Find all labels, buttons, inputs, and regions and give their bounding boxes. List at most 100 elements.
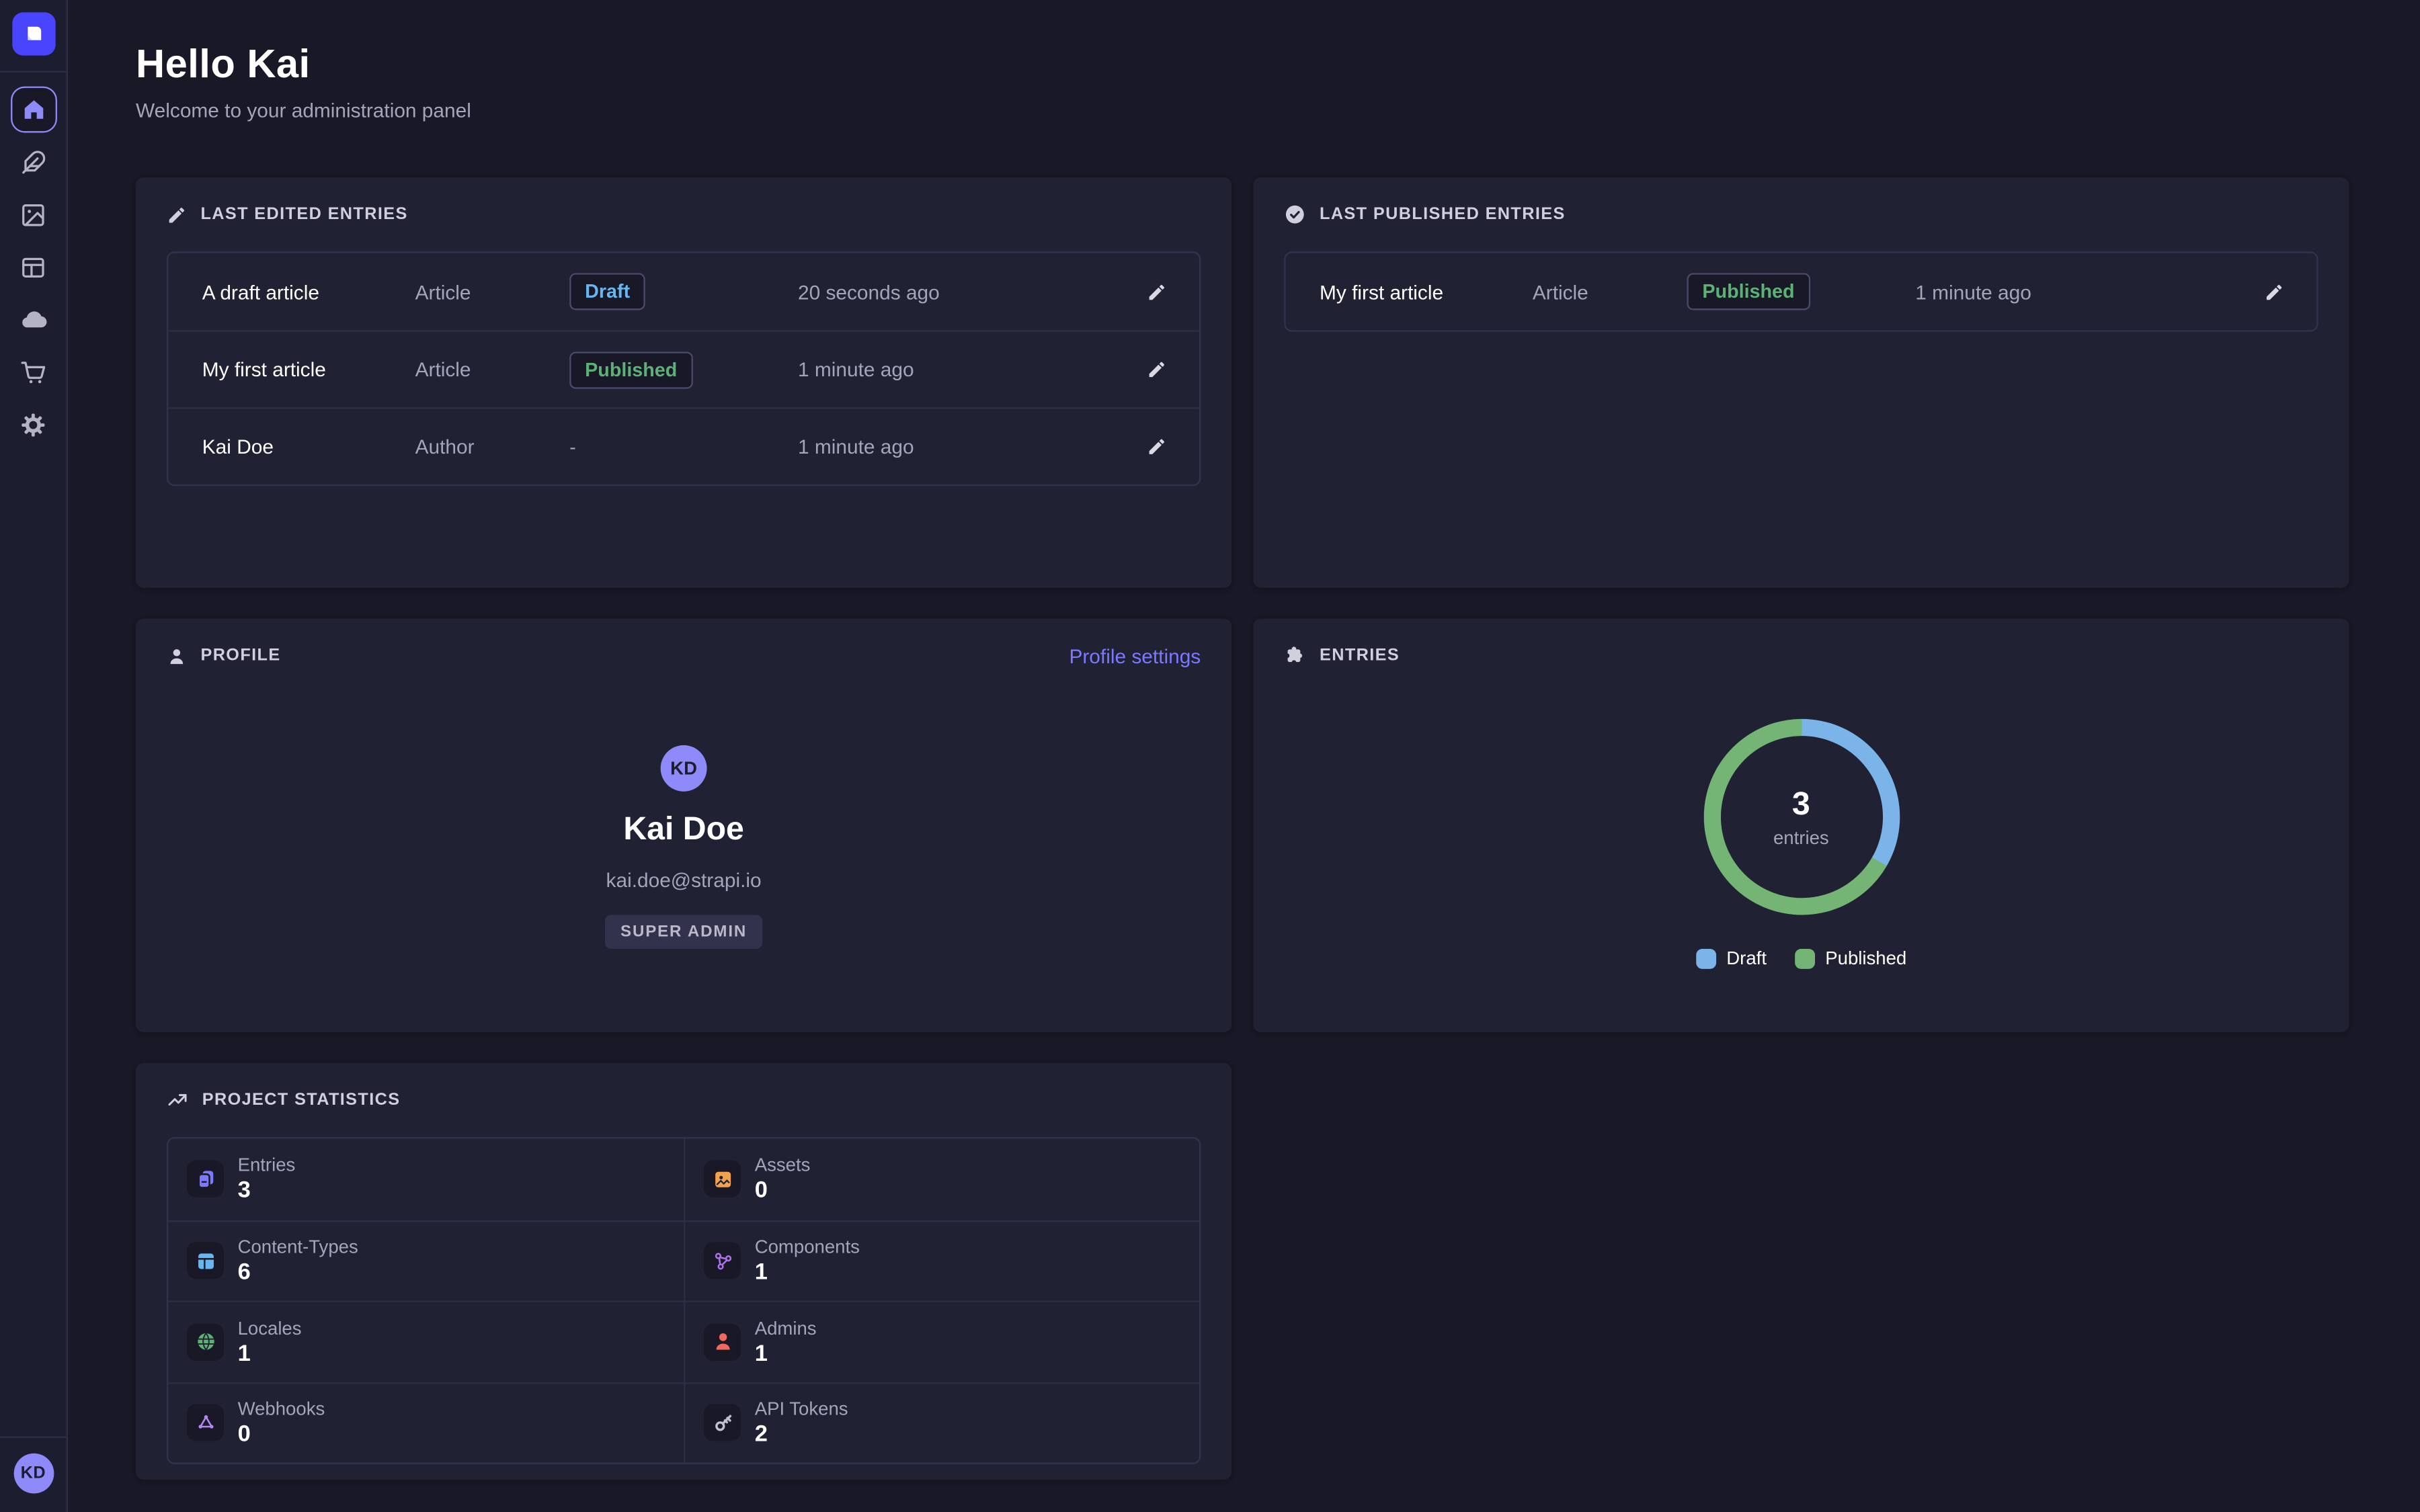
admin-dashboard: KD Hello Kai Welcome to your administrat… [0, 0, 2420, 1512]
legend-label: Draft [1726, 948, 1767, 969]
sidebar-nav [7, 83, 59, 450]
main-sidebar: KD [0, 0, 68, 1512]
stat-label: Admins [755, 1317, 817, 1339]
panel-title: LAST PUBLISHED ENTRIES [1320, 205, 1566, 224]
trend-up-icon [167, 1089, 188, 1111]
panel-title: LAST EDITED ENTRIES [200, 205, 407, 224]
stat-entries: Entries 3 [168, 1138, 684, 1220]
stat-webhooks: Webhooks 0 [168, 1382, 684, 1463]
components-icon [704, 1243, 741, 1279]
table-row: My first article Article Published 1 min… [168, 330, 1199, 407]
chart-legend: Draft Published [1695, 948, 1906, 969]
strapi-logo[interactable] [11, 12, 54, 55]
content-types-icon [187, 1243, 224, 1279]
sidebar-item-marketplace[interactable] [7, 345, 59, 398]
published-swatch [1794, 948, 1814, 968]
stat-label: Content-Types [238, 1236, 358, 1258]
stat-api-tokens: API Tokens 2 [684, 1382, 1199, 1463]
feather-icon [20, 149, 46, 175]
strapi-logo-icon [21, 22, 46, 46]
last-edited-table: A draft article Article Draft 20 seconds… [167, 251, 1201, 486]
row-type: Article [1533, 280, 1687, 303]
row-name: My first article [202, 358, 415, 381]
media-library-icon [20, 202, 46, 228]
sidebar-divider-top [0, 71, 67, 73]
row-type: Article [415, 358, 570, 381]
stat-label: Components [755, 1236, 860, 1258]
edit-entry-button[interactable] [1136, 349, 1176, 390]
sidebar-item-content-manager[interactable] [7, 136, 59, 188]
entries-unit: entries [1773, 826, 1829, 847]
entries-donut-center: 3 entries [1720, 736, 1882, 898]
content-type-builder-icon [20, 254, 46, 280]
stat-value: 2 [755, 1421, 848, 1447]
legend-item-published: Published [1794, 948, 1906, 969]
stat-label: Webhooks [238, 1398, 325, 1420]
sidebar-item-settings[interactable] [7, 398, 59, 450]
row-name: A draft article [202, 280, 415, 303]
table-row: A draft article Article Draft 20 seconds… [168, 253, 1199, 331]
stat-value: 1 [755, 1341, 817, 1367]
row-time: 20 seconds ago [798, 280, 1113, 303]
draft-swatch [1695, 948, 1716, 968]
row-name: Kai Doe [202, 435, 415, 458]
api-tokens-icon [704, 1404, 741, 1441]
last-published-entries-panel: LAST PUBLISHED ENTRIES My first article … [1253, 177, 2349, 588]
project-statistics-panel: PROJECT STATISTICS Entrie [136, 1063, 1232, 1480]
admins-icon [704, 1323, 741, 1360]
assets-icon [704, 1161, 741, 1198]
profile-email: kai.doe@strapi.io [606, 869, 762, 892]
row-time: 1 minute ago [1915, 280, 2230, 303]
status-badge: Published [569, 351, 692, 388]
panel-title: PROJECT STATISTICS [202, 1091, 401, 1109]
row-type: Author [415, 435, 570, 458]
profile-settings-link[interactable]: Profile settings [1069, 644, 1201, 667]
panel-title: ENTRIES [1320, 646, 1400, 665]
page-title: Hello Kai [136, 40, 2349, 88]
profile-name: Kai Doe [623, 812, 744, 849]
sidebar-divider-bottom [0, 1437, 67, 1438]
stat-label: Entries [238, 1154, 296, 1176]
check-circle-icon [1284, 204, 1305, 225]
edit-entry-button[interactable] [1136, 271, 1176, 312]
sidebar-item-content-type-builder[interactable] [7, 241, 59, 293]
edit-entry-button[interactable] [2253, 271, 2294, 312]
legend-item-draft: Draft [1695, 948, 1767, 969]
stat-value: 0 [238, 1421, 325, 1447]
last-edited-entries-panel: LAST EDITED ENTRIES A draft article Arti… [136, 177, 1232, 588]
sidebar-user-avatar[interactable]: KD [13, 1454, 54, 1494]
stat-components: Components 1 [684, 1220, 1199, 1301]
row-name: My first article [1320, 280, 1533, 303]
stat-locales: Locales 1 [168, 1300, 684, 1382]
row-time: 1 minute ago [798, 358, 1113, 381]
stat-value: 0 [755, 1177, 811, 1204]
home-icon [21, 97, 46, 122]
sidebar-item-media-library[interactable] [7, 188, 59, 241]
status-badge: Draft [569, 273, 645, 310]
sidebar-item-cloud[interactable] [7, 293, 59, 345]
last-published-table: My first article Article Published 1 min… [1284, 251, 2318, 331]
legend-label: Published [1825, 948, 1906, 969]
stat-value: 6 [238, 1259, 358, 1286]
status-empty: - [569, 436, 576, 458]
puzzle-icon [1284, 645, 1305, 667]
settings-gear-icon [20, 411, 46, 437]
sidebar-bottom: KD [0, 1421, 67, 1512]
stat-admins: Admins 1 [684, 1300, 1199, 1382]
page-subtitle: Welcome to your administration panel [136, 99, 2349, 122]
entries-icon [187, 1161, 224, 1198]
pencil-icon [167, 204, 187, 224]
person-icon [167, 646, 187, 666]
stats-table: Entries 3 Assets [167, 1137, 1201, 1464]
edit-entry-button[interactable] [1136, 427, 1176, 467]
row-time: 1 minute ago [798, 435, 1113, 458]
stat-label: Assets [755, 1154, 811, 1176]
webhooks-icon [187, 1404, 224, 1441]
role-badge: SUPER ADMIN [605, 915, 762, 949]
sidebar-item-home[interactable] [7, 83, 59, 136]
stat-value: 3 [238, 1177, 296, 1204]
entries-donut-ring: 3 entries [1703, 719, 1900, 915]
entries-total: 3 [1792, 786, 1810, 823]
stat-label: API Tokens [755, 1398, 848, 1420]
profile-avatar: KD [661, 745, 707, 792]
